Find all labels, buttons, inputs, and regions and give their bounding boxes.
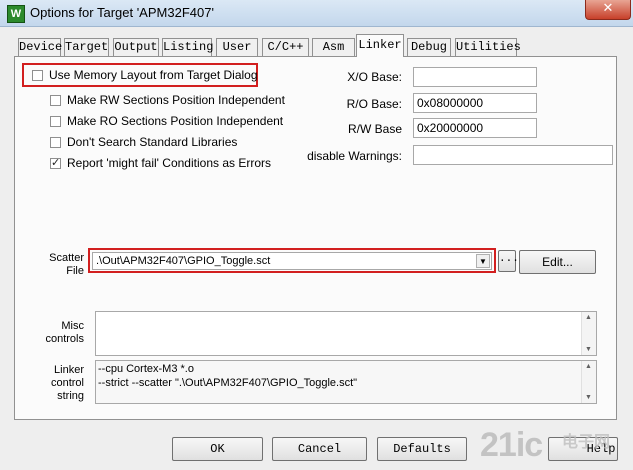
linker-control-string[interactable]: --cpu Cortex-M3 *.o --strict --scatter "… — [95, 360, 597, 404]
tab-device[interactable]: Device — [18, 38, 62, 56]
tab-output[interactable]: Output — [113, 38, 159, 56]
scatter-file-value: .\Out\APM32F407\GPIO_Toggle.sct — [96, 255, 271, 267]
tab-asm[interactable]: Asm — [312, 38, 355, 56]
scroll-up-icon[interactable]: ▲ — [585, 314, 592, 321]
misc-controls-textarea[interactable]: ▲ ▼ — [95, 311, 597, 356]
ro-base-label: R/O Base: — [346, 97, 402, 111]
edit-button[interactable]: Edit... — [519, 250, 596, 274]
ro-base-input[interactable]: 0x08000000 — [413, 93, 537, 113]
use-memory-layout-label: Use Memory Layout from Target Dialog — [49, 68, 258, 82]
use-memory-layout-checkbox[interactable] — [32, 70, 43, 81]
scroll-down-icon[interactable]: ▼ — [585, 394, 592, 401]
watermark-logo: 21ic 电子网 — [478, 426, 626, 466]
tab-linker[interactable]: Linker — [356, 34, 404, 57]
browse-button[interactable]: ... — [498, 250, 519, 272]
xo-base-label: X/O Base: — [347, 70, 402, 84]
might-fail-checkbox[interactable]: ✓ — [50, 156, 61, 169]
watermark-text: 21ic — [480, 426, 543, 464]
rw-independent-checkbox[interactable] — [50, 95, 61, 106]
window-title: Options for Target 'APM32F407' — [30, 5, 214, 20]
ro-independent-label: Make RO Sections Position Independent — [67, 114, 284, 128]
cancel-button[interactable]: Cancel — [272, 437, 367, 461]
scatter-file-select[interactable]: .\Out\APM32F407\GPIO_Toggle.sct ▼ — [92, 252, 492, 270]
defaults-button[interactable]: Defaults — [377, 437, 467, 461]
dropdown-arrow-icon[interactable]: ▼ — [476, 254, 490, 268]
tab-debug[interactable]: Debug — [407, 38, 451, 56]
tab-utilities[interactable]: Utilities — [455, 38, 521, 56]
app-icon: W — [7, 5, 25, 23]
scatter-label-line1: Scatter — [49, 252, 84, 264]
dont-search-libs-label: Don't Search Standard Libraries — [67, 135, 238, 149]
dont-search-libs-checkbox[interactable] — [50, 137, 61, 148]
rw-base-input[interactable]: 0x20000000 — [413, 118, 537, 138]
ok-button[interactable]: OK — [172, 437, 263, 461]
watermark-cn-text: 电子网 — [562, 432, 611, 451]
might-fail-label: Report 'might fail' Conditions as Errors — [67, 156, 271, 170]
scatter-label-line2: File — [66, 265, 84, 277]
linker-label-line2: control — [50, 377, 84, 389]
xo-base-input[interactable] — [413, 67, 537, 87]
scroll-down-icon[interactable]: ▼ — [585, 346, 592, 353]
rw-independent-label: Make RW Sections Position Independent — [67, 93, 285, 107]
close-button[interactable]: ✕ — [585, 0, 631, 20]
disable-warnings-label: disable Warnings: — [307, 149, 402, 163]
tab-cpp[interactable]: C/C++ — [262, 38, 309, 56]
scroll-up-icon[interactable]: ▲ — [585, 363, 592, 370]
misc-scrollbar[interactable]: ▲ ▼ — [581, 312, 596, 355]
ro-independent-checkbox[interactable] — [50, 116, 61, 127]
linker-string-scrollbar[interactable]: ▲ ▼ — [581, 361, 596, 403]
tab-target[interactable]: Target — [64, 38, 109, 56]
tab-user[interactable]: User — [216, 38, 258, 56]
linker-string-line2: --strict --scatter ".\Out\APM32F407\GPIO… — [98, 377, 358, 389]
linker-string-line1: --cpu Cortex-M3 *.o — [98, 363, 194, 375]
linker-label-line3: string — [57, 390, 84, 402]
linker-label-line1: Linker — [54, 364, 84, 376]
check-icon: ✓ — [51, 156, 61, 169]
misc-label-line1: Misc — [61, 320, 84, 332]
disable-warnings-input[interactable] — [413, 145, 613, 165]
title-bar: W Options for Target 'APM32F407' ✕ — [0, 0, 633, 27]
tab-listing[interactable]: Listing — [162, 38, 213, 56]
misc-label-line2: controls — [45, 333, 84, 345]
rw-base-label: R/W Base — [347, 122, 402, 136]
